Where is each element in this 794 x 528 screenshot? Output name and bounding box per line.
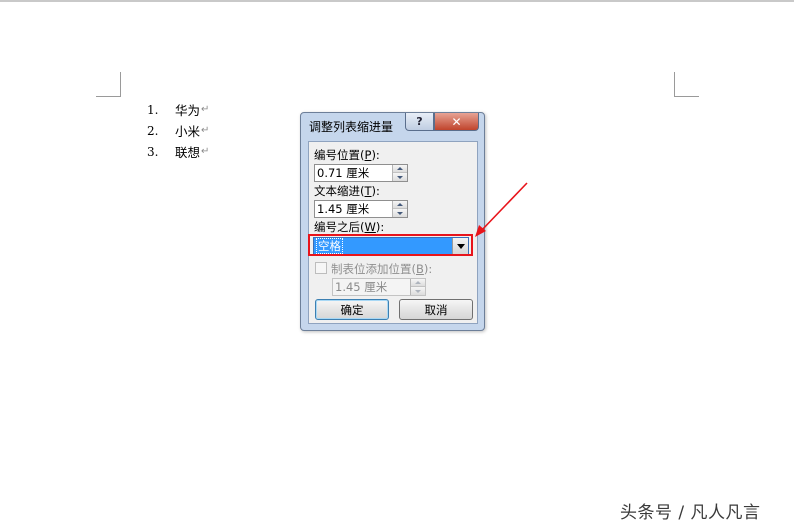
watermark: 头条号 / 凡人凡言	[620, 503, 761, 523]
number-position-label: 编号位置(P):	[314, 148, 380, 162]
list-text: 华为	[175, 103, 201, 118]
close-button[interactable]: ✕	[434, 113, 479, 131]
list-item[interactable]: 1. 华为 ↵	[147, 99, 209, 120]
close-icon: ✕	[451, 114, 462, 129]
page-corner-mark-right	[674, 72, 699, 97]
list-item[interactable]: 3. 联想 ↵	[147, 141, 209, 162]
annotation-arrow-icon	[475, 182, 528, 237]
text-indent-label: 文本缩进(T):	[314, 184, 380, 198]
add-tab-stop-checkbox[interactable]	[315, 262, 327, 274]
text-indent-spinner[interactable]: 1.45 厘米	[314, 200, 408, 218]
spin-down-button[interactable]	[393, 209, 407, 217]
number-position-spinner[interactable]: 0.71 厘米	[314, 164, 408, 182]
top-border-line	[0, 0, 794, 2]
list-item[interactable]: 2. 小米 ↵	[147, 120, 209, 141]
adjust-list-indents-dialog: 调整列表缩进量 ? ✕ 编号位置(P): 0.71 厘米 文本缩进(T): 1.…	[300, 112, 485, 331]
arrow-up-icon	[397, 203, 403, 206]
follow-number-select[interactable]: 空格	[313, 237, 469, 255]
paragraph-mark-icon: ↵	[201, 125, 210, 136]
text-indent-value: 1.45 厘米	[317, 202, 370, 216]
dropdown-button[interactable]	[452, 238, 468, 254]
arrow-down-icon	[397, 211, 403, 215]
numbered-list: 1. 华为 ↵ 2. 小米 ↵ 3. 联想 ↵	[147, 99, 209, 162]
tab-stop-spinner[interactable]: 1.45 厘米	[332, 278, 426, 296]
list-number: 2.	[147, 123, 159, 138]
arrow-up-icon	[397, 167, 403, 170]
spin-up-button[interactable]	[393, 201, 407, 209]
help-button[interactable]: ?	[405, 113, 434, 131]
number-position-value: 0.71 厘米	[317, 166, 370, 180]
dialog-title: 调整列表缩进量	[309, 120, 394, 134]
paragraph-mark-icon: ↵	[201, 146, 210, 157]
dialog-titlebar[interactable]: 调整列表缩进量 ? ✕	[301, 113, 484, 137]
list-text: 小米	[175, 124, 201, 139]
arrow-down-icon	[415, 289, 421, 293]
arrow-down-icon	[397, 175, 403, 179]
list-number: 3.	[147, 144, 159, 159]
follow-number-value: 空格	[316, 238, 343, 254]
chevron-down-icon	[456, 243, 465, 249]
page-corner-mark-left	[96, 72, 121, 97]
list-text: 联想	[175, 145, 201, 160]
spin-down-button[interactable]	[393, 173, 407, 181]
help-icon: ?	[416, 115, 423, 128]
ok-button[interactable]: 确定	[315, 299, 389, 320]
tab-stop-value: 1.45 厘米	[335, 280, 388, 294]
spin-up-button[interactable]	[411, 279, 425, 287]
follow-number-label: 编号之后(W):	[314, 220, 385, 234]
list-number: 1.	[147, 102, 159, 117]
paragraph-mark-icon: ↵	[201, 104, 210, 115]
dialog-body: 编号位置(P): 0.71 厘米 文本缩进(T): 1.45 厘米 编号之后(W…	[308, 141, 478, 324]
spin-down-button[interactable]	[411, 287, 425, 295]
add-tab-stop-label: 制表位添加位置(B):	[331, 262, 433, 276]
cancel-button[interactable]: 取消	[399, 299, 473, 320]
spin-up-button[interactable]	[393, 165, 407, 173]
arrow-up-icon	[415, 281, 421, 284]
